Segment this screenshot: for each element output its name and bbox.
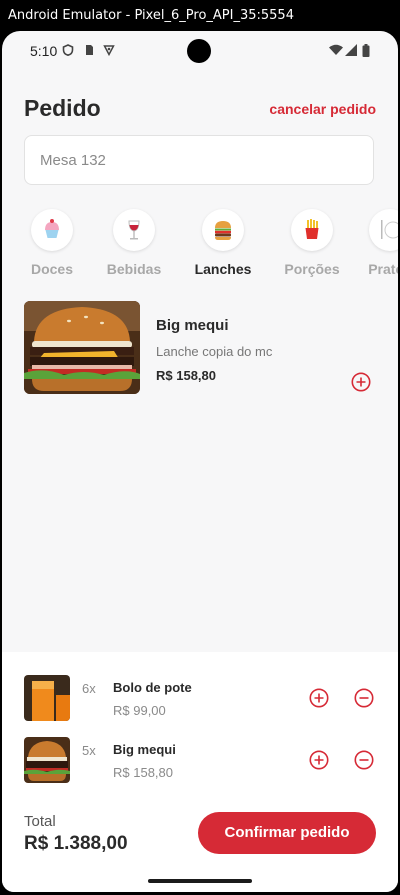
emulator-title-bar: Android Emulator - Pixel_6_Pro_API_35:55… bbox=[0, 0, 400, 31]
status-time: 5:10 bbox=[30, 43, 58, 59]
product-card[interactable]: Big mequi Lanche copia do mc R$ 158,80 bbox=[24, 301, 376, 395]
phone-screen: 5:10 Pedido cancelar pedido Doces Bebida… bbox=[2, 31, 398, 892]
increase-quantity-icon[interactable] bbox=[309, 750, 329, 770]
cart-item: 6x Bolo de pote R$ 99,00 bbox=[24, 675, 376, 723]
add-product-icon[interactable] bbox=[351, 372, 371, 392]
decrease-quantity-icon[interactable] bbox=[354, 750, 374, 770]
cart-item-name: Big mequi bbox=[113, 742, 176, 757]
table-number-input[interactable] bbox=[24, 135, 374, 185]
category-label: Lanches bbox=[194, 261, 252, 277]
product-description: Lanche copia do mc bbox=[156, 344, 273, 359]
product-price: R$ 158,80 bbox=[156, 368, 216, 383]
play-protect-icon bbox=[103, 45, 115, 56]
category-pratos[interactable]: Pratos bbox=[350, 209, 398, 277]
cart-item-image bbox=[24, 737, 70, 783]
shield-icon bbox=[62, 44, 74, 56]
sim-card-icon bbox=[86, 45, 93, 55]
category-label: Doces bbox=[30, 261, 74, 277]
cart-panel: 6x Bolo de pote R$ 99,00 5x Big mequi R$… bbox=[2, 652, 398, 892]
signal-icon bbox=[345, 44, 357, 56]
camera-cutout bbox=[187, 39, 211, 63]
product-image bbox=[24, 301, 140, 394]
cupcake-icon bbox=[31, 209, 73, 251]
cart-item-name: Bolo de pote bbox=[113, 680, 192, 695]
confirm-order-button[interactable]: Confirmar pedido bbox=[198, 812, 376, 854]
cart-item-quantity: 6x bbox=[82, 681, 96, 696]
category-label: Bebidas bbox=[106, 261, 162, 277]
home-indicator[interactable] bbox=[148, 879, 252, 883]
wine-glass-icon bbox=[113, 209, 155, 251]
status-bar: 5:10 bbox=[2, 31, 398, 71]
cart-item-image bbox=[24, 675, 70, 721]
total-label: Total bbox=[24, 813, 56, 830]
cart-item: 5x Big mequi R$ 158,80 bbox=[24, 737, 376, 785]
category-doces[interactable]: Doces bbox=[12, 209, 92, 277]
burger-icon bbox=[202, 209, 244, 251]
cancel-order-button[interactable]: cancelar pedido bbox=[269, 101, 376, 117]
battery-icon bbox=[362, 44, 370, 57]
category-lanches[interactable]: Lanches bbox=[183, 209, 263, 277]
cart-item-price: R$ 158,80 bbox=[113, 765, 173, 780]
page-title: Pedido bbox=[24, 95, 101, 121]
category-bebidas[interactable]: Bebidas bbox=[94, 209, 174, 277]
cart-item-quantity: 5x bbox=[82, 743, 96, 758]
total-value: R$ 1.388,00 bbox=[24, 833, 128, 854]
cart-item-price: R$ 99,00 bbox=[113, 703, 166, 718]
plate-icon bbox=[369, 209, 398, 251]
category-label: Porções bbox=[284, 261, 340, 277]
fries-icon bbox=[291, 209, 333, 251]
wifi-icon bbox=[329, 44, 343, 55]
category-label: Pratos bbox=[368, 261, 398, 277]
category-porcoes[interactable]: Porções bbox=[272, 209, 352, 277]
increase-quantity-icon[interactable] bbox=[309, 688, 329, 708]
product-name: Big mequi bbox=[156, 317, 229, 334]
decrease-quantity-icon[interactable] bbox=[354, 688, 374, 708]
